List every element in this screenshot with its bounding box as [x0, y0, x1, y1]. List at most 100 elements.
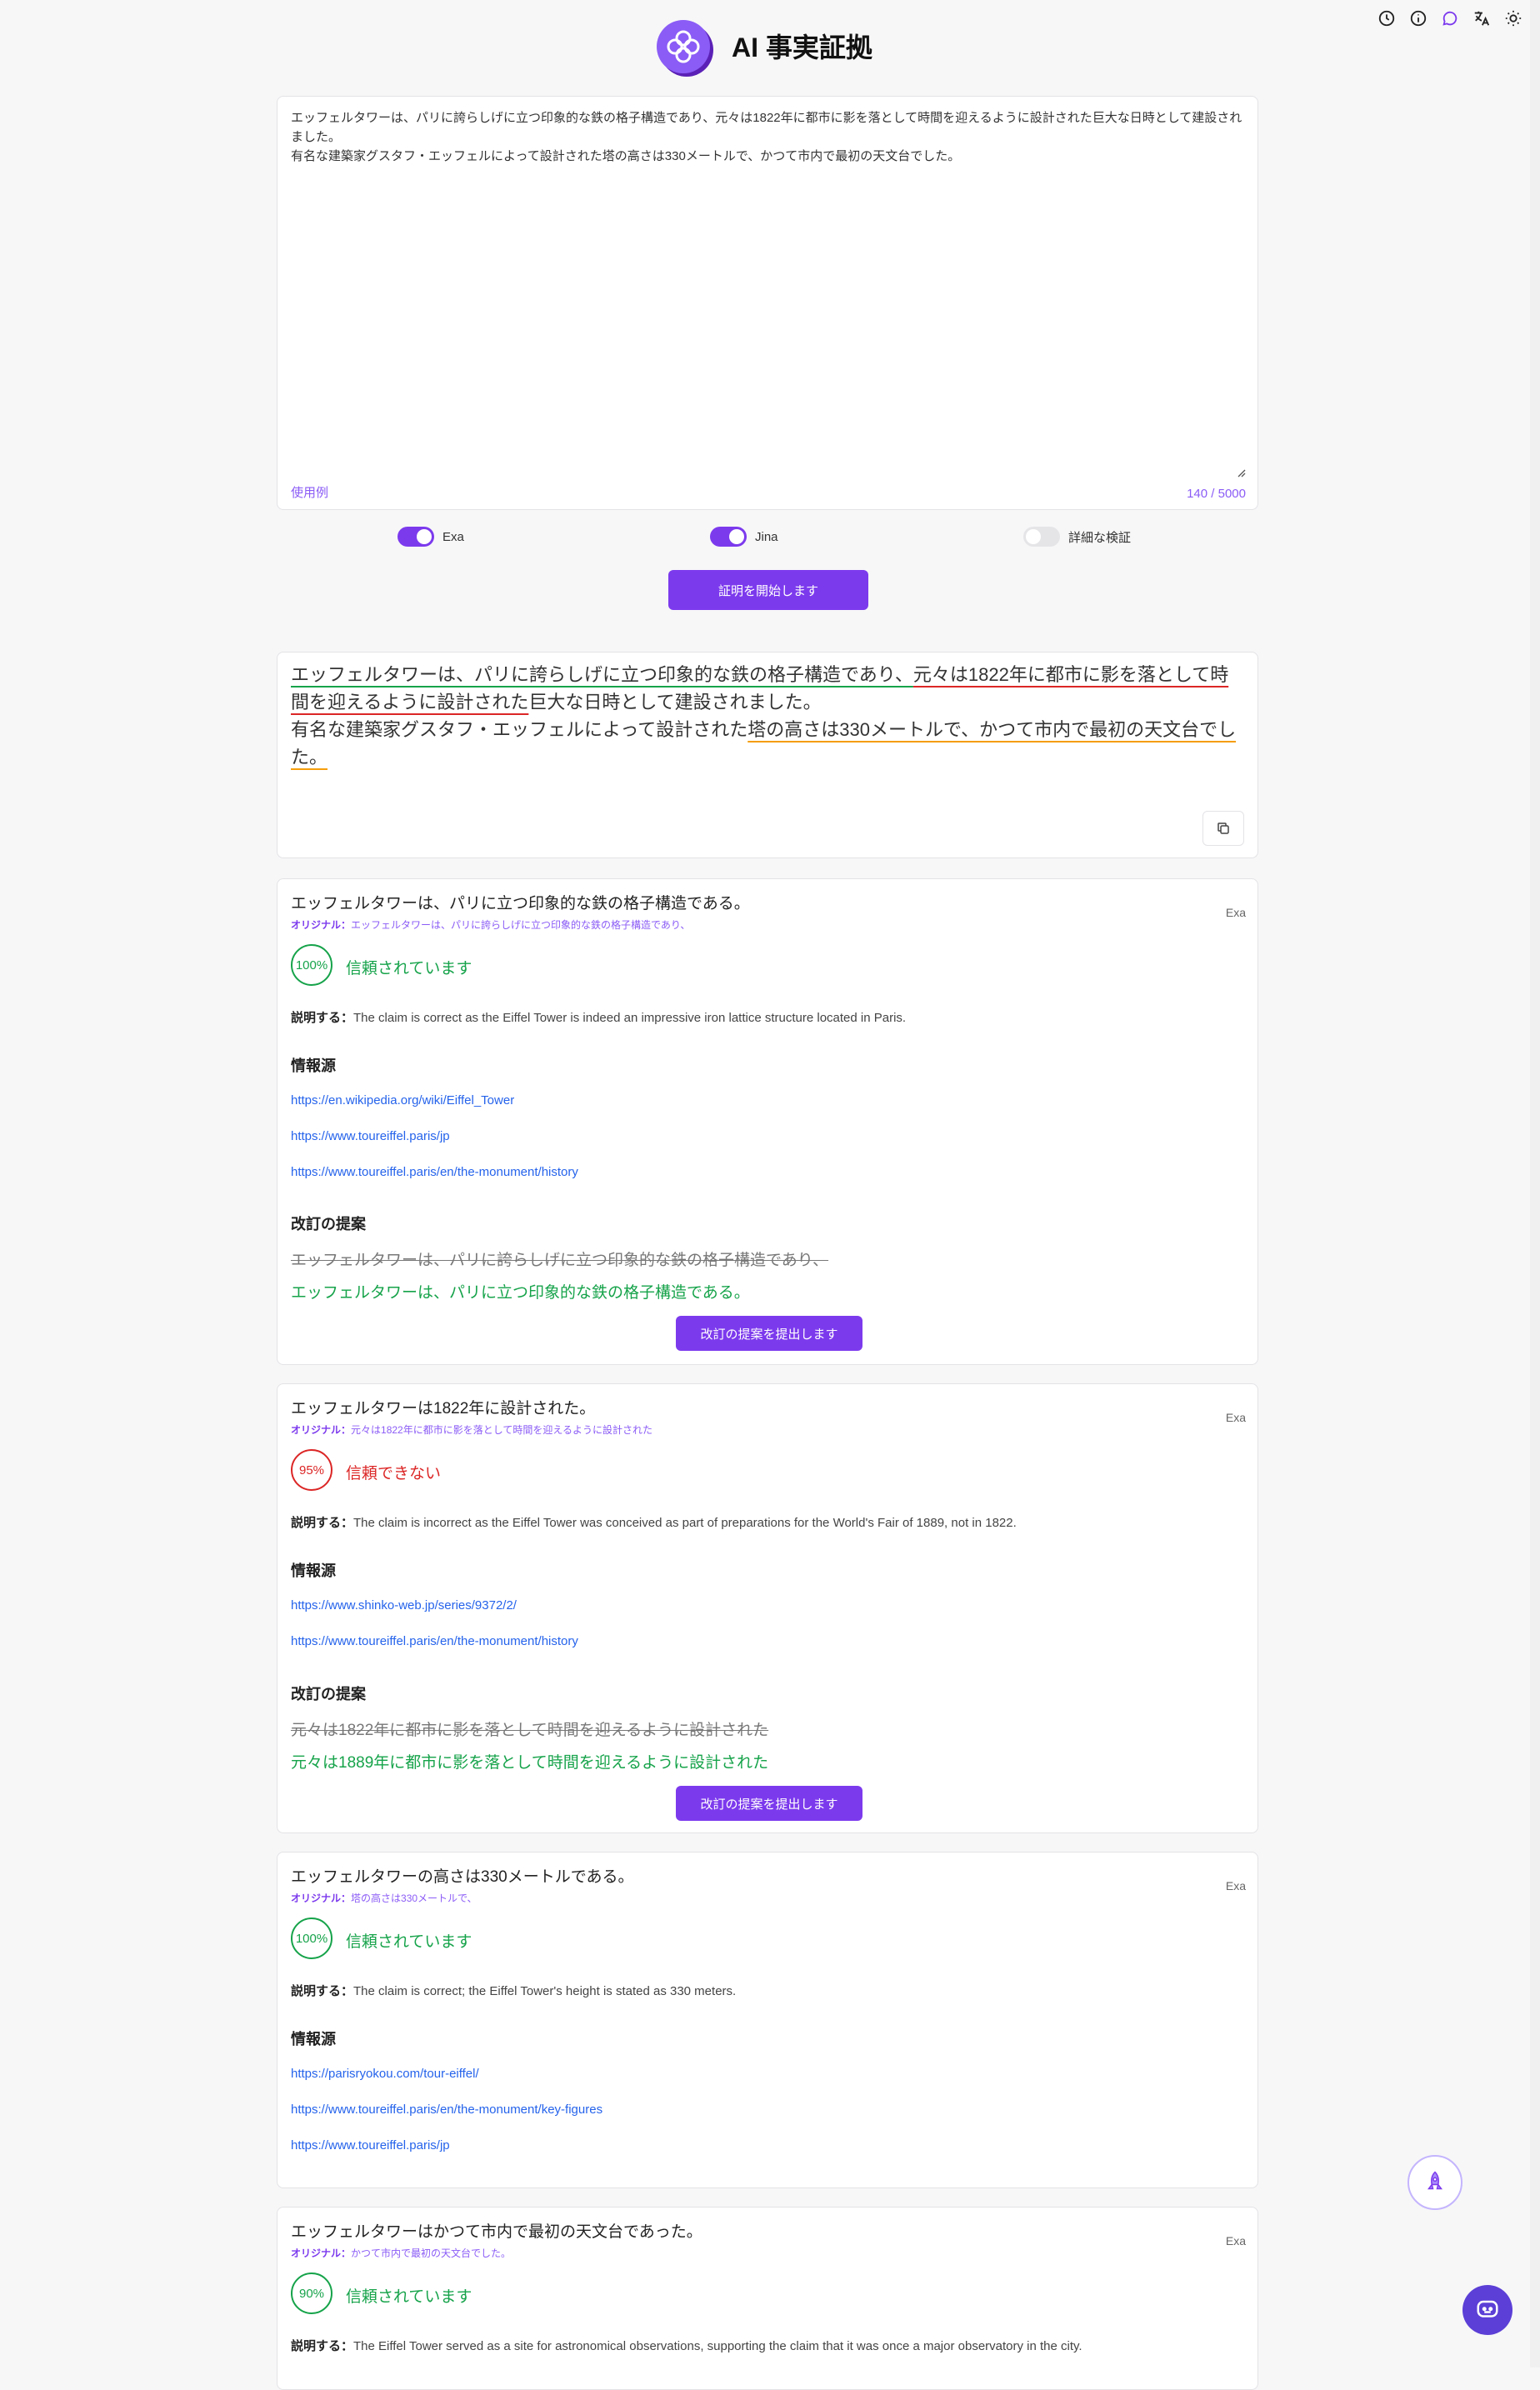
confidence-score: 90%	[291, 2272, 332, 2314]
explanation-label: 説明する：	[291, 2339, 354, 2353]
explanation-label: 説明する：	[291, 1984, 354, 1998]
original-label: オリジナル：	[291, 2248, 352, 2259]
top-toolbar	[1377, 8, 1523, 28]
engine-badge: Exa	[1225, 1879, 1246, 1892]
plain-text: 有名な建築家グスタフ・エッフェルによって設計された	[291, 719, 748, 740]
claim-original: オリジナル：塔の高さは330メートルで、	[291, 1891, 478, 1905]
theme-sun-icon[interactable]	[1503, 8, 1523, 28]
highlighted-text-card: エッフェルタワーは、パリに誇らしげに立つ印象的な鉄の格子構造であり、元々は182…	[277, 652, 1258, 858]
original-label: オリジナル：	[291, 919, 352, 931]
claim-original: オリジナル：元々は1822年に都市に影を落として時間を迎えるように設計された	[291, 1422, 652, 1437]
toggle-label: 詳細な検証	[1068, 530, 1132, 545]
explanation: 説明する：The claim is incorrect as the Eiffe…	[291, 1513, 1017, 1531]
source-link[interactable]: https://www.toureiffel.paris/en/the-monu…	[291, 2102, 602, 2117]
explanation-text: The Eiffel Tower served as a site for as…	[353, 2339, 1082, 2353]
claim-card: エッフェルタワーの高さは330メートルである。 オリジナル：塔の高さは330メー…	[277, 1852, 1258, 2188]
example-link[interactable]: 使用例	[291, 483, 328, 501]
original-text: 塔の高さは330メートルで、	[351, 1892, 478, 1904]
source-link[interactable]: https://www.toureiffel.paris/en/the-monu…	[291, 1634, 578, 1648]
chat-assistant-button[interactable]	[1462, 2285, 1512, 2335]
claim-title: エッフェルタワーの高さは330メートルである。	[291, 1868, 634, 1886]
source-link[interactable]: https://www.toureiffel.paris/jp	[291, 2138, 450, 2152]
revision-suggestion: 元々は1889年に都市に影を落として時間を迎えるように設計された	[291, 1754, 769, 1772]
highlighted-text: エッフェルタワーは、パリに誇らしげに立つ印象的な鉄の格子構造であり、元々は182…	[291, 661, 1241, 771]
translate-icon[interactable]	[1472, 8, 1492, 28]
revision-heading: 改訂の提案	[291, 1216, 366, 1232]
confidence-score: 100%	[291, 1918, 332, 1959]
claim-original: オリジナル：エッフェルタワーは、パリに誇らしげに立つ印象的な鉄の格子構造であり、	[291, 918, 690, 932]
toggle-jina[interactable]: Jina	[710, 527, 778, 547]
app-logo-icon	[655, 18, 713, 77]
original-label: オリジナル：	[291, 1892, 352, 1904]
claim-title: エッフェルタワーは、パリに立つ印象的な鉄の格子構造である。	[291, 895, 750, 912]
claim-title: エッフェルタワーはかつて市内で最初の天文台であった。	[291, 2223, 702, 2241]
claim-highlight-verified[interactable]: エッフェルタワーは、パリに誇らしげに立つ印象的な鉄の格子構造であり、	[291, 664, 913, 685]
toggle-switch[interactable]	[1023, 527, 1060, 547]
char-count: 140 / 5000	[1187, 487, 1246, 501]
scroll-to-top-button[interactable]	[1408, 2155, 1462, 2210]
engine-badge: Exa	[1225, 1411, 1246, 1424]
revision-heading: 改訂の提案	[291, 1686, 366, 1702]
toggle-detailed-verification[interactable]: 詳細な検証	[1023, 527, 1131, 547]
info-icon[interactable]	[1408, 8, 1428, 28]
page-scrollbar[interactable]	[1530, 0, 1540, 2368]
revision-original: 元々は1822年に都市に影を落として時間を迎えるように設計された	[291, 1722, 769, 1739]
source-link[interactable]: https://en.wikipedia.org/wiki/Eiffel_Tow…	[291, 1093, 514, 1108]
chat-icon	[1477, 2300, 1498, 2318]
toggle-switch[interactable]	[710, 527, 747, 547]
claim-card: エッフェルタワーはかつて市内で最初の天文台であった。 オリジナル：かつて市内で最…	[277, 2207, 1258, 2390]
confidence-score: 95%	[291, 1449, 332, 1491]
submit-revision-button[interactable]: 改訂の提案を提出します	[676, 1316, 862, 1351]
copy-button[interactable]	[1202, 811, 1244, 846]
engine-badge: Exa	[1225, 2234, 1246, 2248]
explanation-label: 説明する：	[291, 1011, 354, 1025]
search-engine-toggles: Exa Jina 詳細な検証	[277, 527, 1258, 552]
explanation: 説明する：The Eiffel Tower served as a site f…	[291, 2337, 1082, 2354]
explanation: 説明する：The claim is correct as the Eiffel …	[291, 1008, 906, 1026]
plain-text: 巨大な日時として建設されました。	[528, 692, 822, 712]
explanation-text: The claim is incorrect as the Eiffel Tow…	[353, 1516, 1017, 1530]
start-verification-button[interactable]: 証明を開始します	[668, 570, 868, 610]
original-label: オリジナル：	[291, 1424, 352, 1436]
verdict-label: 信頼されています	[346, 960, 472, 978]
claim-card: エッフェルタワーは1822年に設計された。 オリジナル：元々は1822年に都市に…	[277, 1383, 1258, 1833]
history-icon[interactable]	[1377, 8, 1397, 28]
verdict-label: 信頼されています	[346, 2288, 472, 2306]
verdict-label: 信頼されています	[346, 1933, 472, 1951]
resize-handle-icon[interactable]	[1236, 468, 1246, 478]
explanation-text: The claim is correct as the Eiffel Tower…	[353, 1011, 907, 1025]
app-title: AI 事実証拠	[732, 32, 872, 62]
original-text: 元々は1822年に都市に影を落として時間を迎えるように設計された	[351, 1424, 652, 1436]
app-header: AI 事実証拠	[0, 0, 1540, 92]
revision-suggestion: エッフェルタワーは、パリに立つ印象的な鉄の格子構造である。	[291, 1284, 750, 1302]
sources-heading: 情報源	[291, 2031, 336, 2048]
source-link[interactable]: https://parisryokou.com/tour-eiffel/	[291, 2067, 479, 2081]
source-link[interactable]: https://www.toureiffel.paris/jp	[291, 1129, 450, 1143]
toggle-switch[interactable]	[398, 527, 434, 547]
claim-title: エッフェルタワーは1822年に設計された。	[291, 1400, 596, 1418]
claim-input-textarea[interactable]: エッフェルタワーは、パリに誇らしげに立つ印象的な鉄の格子構造であり、元々は182…	[291, 108, 1244, 166]
source-link[interactable]: https://www.toureiffel.paris/en/the-monu…	[291, 1165, 578, 1179]
revision-original: エッフェルタワーは、パリに誇らしげに立つ印象的な鉄の格子構造であり、	[291, 1252, 829, 1269]
verdict-label: 信頼できない	[346, 1465, 442, 1482]
copy-icon	[1218, 822, 1229, 834]
confidence-score: 100%	[291, 944, 332, 986]
sources-heading: 情報源	[291, 1562, 336, 1579]
toggle-label: Jina	[755, 529, 778, 544]
claim-card: エッフェルタワーは、パリに立つ印象的な鉄の格子構造である。 オリジナル：エッフェ…	[277, 878, 1258, 1365]
submit-revision-button[interactable]: 改訂の提案を提出します	[676, 1786, 862, 1821]
toggle-label: Exa	[442, 529, 464, 544]
sources-heading: 情報源	[291, 1058, 336, 1074]
chat-bubble-icon[interactable]	[1440, 8, 1460, 28]
explanation-label: 説明する：	[291, 1516, 354, 1530]
claim-original: オリジナル：かつて市内で最初の天文台でした。	[291, 2246, 511, 2260]
rocket-icon	[1428, 2171, 1442, 2190]
original-text: かつて市内で最初の天文台でした。	[351, 2248, 512, 2259]
toggle-exa[interactable]: Exa	[398, 527, 464, 547]
source-link[interactable]: https://www.shinko-web.jp/series/9372/2/	[291, 1598, 517, 1612]
original-text: エッフェルタワーは、パリに誇らしげに立つ印象的な鉄の格子構造であり、	[351, 919, 691, 931]
explanation-text: The claim is correct; the Eiffel Tower's…	[353, 1984, 737, 1998]
engine-badge: Exa	[1225, 906, 1246, 919]
explanation: 説明する：The claim is correct; the Eiffel To…	[291, 1982, 736, 1999]
claim-input-card[interactable]: エッフェルタワーは、パリに誇らしげに立つ印象的な鉄の格子構造であり、元々は182…	[277, 96, 1258, 510]
